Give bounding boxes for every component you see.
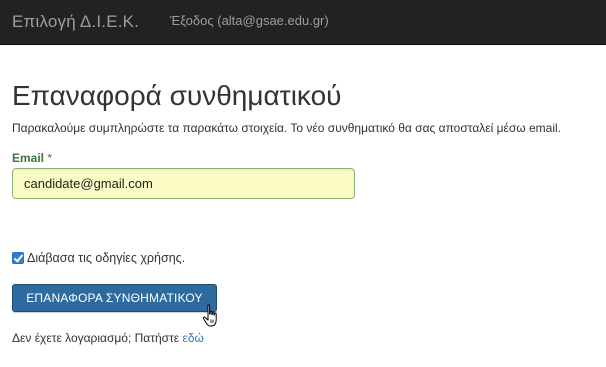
email-field[interactable] <box>12 168 355 199</box>
reset-password-button[interactable]: ΕΠΑΝΑΦΟΡΑ ΣΥΝΘΗΜΑΤΙΚΟΥ <box>12 284 217 312</box>
signup-link[interactable]: εδώ <box>183 331 204 345</box>
checkbox-checked-icon[interactable] <box>12 251 24 264</box>
logout-link[interactable]: Έξοδος (alta@gsae.edu.gr) <box>170 13 329 28</box>
hand-pointer-icon <box>202 304 217 327</box>
page-title: Επαναφορά συνθηματικού <box>12 80 342 111</box>
terms-checkbox-row[interactable]: Διάβασα τις οδηγίες χρήσης. <box>12 250 185 265</box>
required-mark: * <box>47 151 53 165</box>
email-label: Email * <box>12 151 52 165</box>
brand-link[interactable]: Επιλογή Δ.Ι.Ε.Κ. <box>12 12 139 32</box>
email-label-text: Email <box>12 151 45 165</box>
intro-text: Παρακαλούμε συμπληρώστε τα παρακάτω στοι… <box>12 121 561 135</box>
signup-prompt: Δεν έχετε λογαριασμό; Πατήστε εδώ <box>12 331 204 345</box>
top-navbar: Επιλογή Δ.Ι.Ε.Κ. Έξοδος (alta@gsae.edu.g… <box>0 0 606 45</box>
terms-label[interactable]: Διάβασα τις οδηγίες χρήσης. <box>27 251 185 265</box>
signup-text: Δεν έχετε λογαριασμό; Πατήστε <box>12 331 180 345</box>
